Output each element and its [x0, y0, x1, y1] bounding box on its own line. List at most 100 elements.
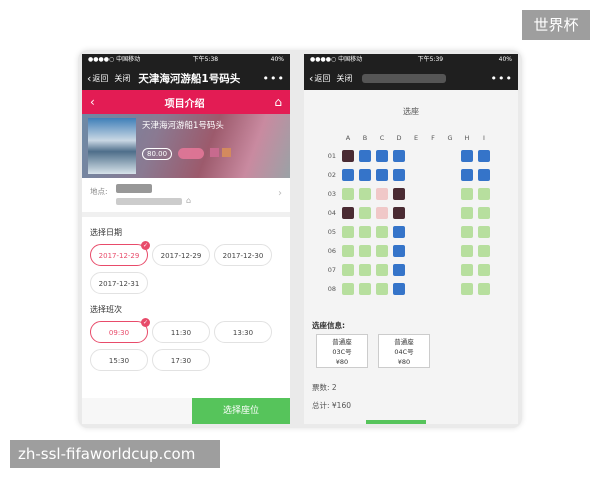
date-chip-label: 2017-12-30 — [222, 252, 264, 260]
date-chip[interactable]: 2017-12-30 — [214, 244, 272, 266]
seat-available-blue[interactable] — [478, 169, 490, 181]
time-chip[interactable]: 11:30 — [152, 321, 210, 343]
time-chip[interactable]: 15:30 — [90, 349, 148, 371]
seat-available-blue[interactable] — [376, 150, 388, 162]
seat-sold[interactable] — [342, 207, 354, 219]
seat-sold[interactable] — [342, 150, 354, 162]
seat-available-blue[interactable] — [461, 150, 473, 162]
time-chip[interactable]: 17:30 — [152, 349, 210, 371]
home-icon[interactable]: ⌂ — [274, 95, 282, 109]
seat-sold[interactable] — [393, 188, 405, 200]
chevron-right-icon: › — [278, 188, 282, 199]
column-label: A — [345, 134, 351, 142]
date-chip[interactable]: 2017-12-31 — [90, 272, 148, 294]
status-bar: ●●●●○ 中国移动 下午5:39 40% — [304, 54, 518, 66]
back-label: 返回 — [92, 73, 109, 83]
seat-info-title: 选座信息: — [312, 321, 345, 330]
back-button[interactable]: ‹ 返回 — [87, 72, 108, 85]
seat-available-green[interactable] — [342, 245, 354, 257]
confirm-button[interactable] — [366, 420, 426, 424]
more-button[interactable]: ••• — [491, 72, 513, 85]
seat-available-green[interactable] — [342, 226, 354, 238]
seat-available-green[interactable] — [478, 245, 490, 257]
address-row[interactable]: 地点: ⌂ › — [82, 178, 290, 217]
more-button[interactable]: ••• — [263, 72, 285, 85]
close-button[interactable]: 关闭 — [336, 73, 352, 84]
seat-selected[interactable] — [376, 207, 388, 219]
seat-available-green[interactable] — [359, 207, 371, 219]
date-chip[interactable]: 2017-12-29 — [152, 244, 210, 266]
seat-available-green[interactable] — [342, 283, 354, 295]
watermark-bottom: zh-ssl-fifaworldcup.com — [10, 440, 220, 468]
status-bar: ●●●●○ 中国移动 下午5:38 40% — [82, 54, 290, 66]
header-bar: ‹ 项目介绍 ⌂ — [82, 90, 290, 114]
seat-available-blue[interactable] — [342, 169, 354, 181]
seat-available-green[interactable] — [342, 264, 354, 276]
carrier: ●●●●○ 中国移动 — [310, 56, 363, 63]
time-chip-label: 11:30 — [170, 329, 192, 337]
seat-available-green[interactable] — [359, 283, 371, 295]
row-label: 08 — [327, 285, 336, 293]
seat-available-green[interactable] — [461, 207, 473, 219]
seat-available-green[interactable] — [478, 207, 490, 219]
seat-available-green[interactable] — [376, 245, 388, 257]
close-button[interactable]: 关闭 — [114, 73, 130, 84]
seat-available-green[interactable] — [359, 188, 371, 200]
ticket-price: ¥80 — [397, 358, 411, 366]
seat-available-green[interactable] — [478, 283, 490, 295]
chevron-left-icon[interactable]: ‹ — [90, 95, 95, 109]
row-label: 01 — [327, 152, 336, 160]
seat-available-blue[interactable] — [478, 150, 490, 162]
date-chip[interactable]: 2017-12-29 ✓ — [90, 241, 150, 266]
carrier: ●●●●○ 中国移动 — [88, 56, 141, 63]
select-seat-button[interactable]: 选择座位 — [192, 398, 290, 424]
seat-available-green[interactable] — [461, 226, 473, 238]
seat-available-green[interactable] — [342, 188, 354, 200]
row-label: 05 — [327, 228, 336, 236]
seat-available-green[interactable] — [461, 283, 473, 295]
product-banner: 天津海河游船1号码头 80.00 — [82, 114, 290, 178]
seat-available-green[interactable] — [461, 188, 473, 200]
battery: 40% — [270, 56, 284, 63]
seat-available-green[interactable] — [359, 264, 371, 276]
column-label: D — [396, 134, 402, 142]
blurred-title — [362, 73, 447, 83]
ticket-seat: 04C号 — [394, 348, 414, 356]
row-label: 02 — [327, 171, 336, 179]
left-phone-screen: ●●●●○ 中国移动 下午5:38 40% ‹ 返回 关闭 天津海河游船1号码头… — [82, 54, 290, 424]
seat-available-blue[interactable] — [393, 169, 405, 181]
seat-available-green[interactable] — [376, 283, 388, 295]
seat-available-green[interactable] — [478, 264, 490, 276]
seat-available-green[interactable] — [359, 226, 371, 238]
seat-available-blue[interactable] — [393, 245, 405, 257]
location-icon: ⌂ — [186, 196, 192, 205]
seat-available-green[interactable] — [478, 226, 490, 238]
seat-available-blue[interactable] — [359, 169, 371, 181]
seat-available-blue[interactable] — [393, 226, 405, 238]
seat-sold[interactable] — [393, 207, 405, 219]
check-icon: ✓ — [141, 241, 150, 250]
chevron-left-icon: ‹ — [87, 71, 92, 85]
ticket-card: 普通座 03C号 ¥80 — [316, 334, 368, 368]
seat-available-blue[interactable] — [359, 150, 371, 162]
status-time: 下午5:38 — [192, 56, 219, 63]
back-button[interactable]: ‹ 返回 — [309, 72, 330, 85]
seat-available-green[interactable] — [376, 264, 388, 276]
seat-available-green[interactable] — [461, 264, 473, 276]
time-chip[interactable]: 09:30 ✓ — [90, 318, 150, 343]
time-chip[interactable]: 13:30 — [214, 321, 272, 343]
seat-available-blue[interactable] — [393, 264, 405, 276]
seat-available-blue[interactable] — [393, 283, 405, 295]
seat-available-green[interactable] — [478, 188, 490, 200]
seat-available-blue[interactable] — [393, 150, 405, 162]
date-chip-label: 2017-12-29 — [98, 252, 140, 260]
seat-available-green[interactable] — [461, 245, 473, 257]
seat-selected[interactable] — [376, 188, 388, 200]
seat-available-blue[interactable] — [376, 169, 388, 181]
seat-available-green[interactable] — [376, 226, 388, 238]
time-chips: 09:30 ✓ 11:30 13:30 15:30 17:30 — [90, 318, 282, 371]
seat-available-blue[interactable] — [461, 169, 473, 181]
time-chip-label: 13:30 — [232, 329, 254, 337]
seat-available-green[interactable] — [359, 245, 371, 257]
row-label: 06 — [327, 247, 336, 255]
